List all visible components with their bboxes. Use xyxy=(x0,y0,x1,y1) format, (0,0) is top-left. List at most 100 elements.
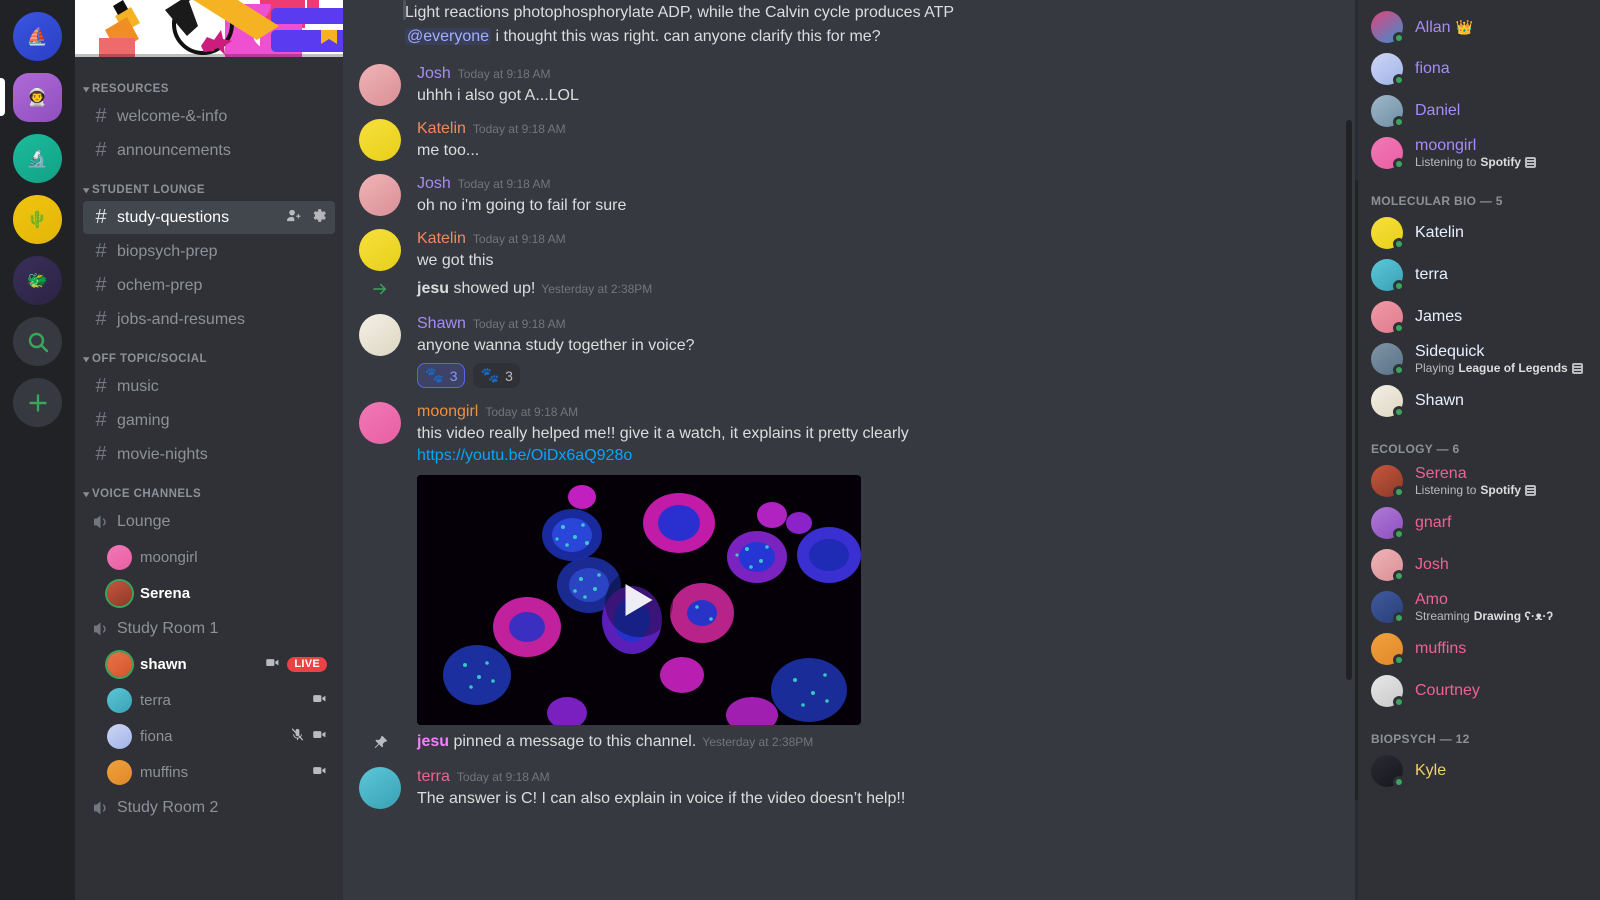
avatar xyxy=(1371,53,1405,86)
chevron-down-icon: ▾ xyxy=(83,488,90,499)
avatar[interactable] xyxy=(359,402,401,444)
avatar[interactable] xyxy=(359,174,401,216)
voice-channel-label: Study Room 2 xyxy=(117,798,219,816)
chat-scrollbar[interactable] xyxy=(1345,0,1353,900)
voice-channel-Study Room 1[interactable]: Study Room 1 xyxy=(83,612,335,645)
voice-category[interactable]: ▾ VOICE CHANNELS xyxy=(75,472,343,504)
status-online-indicator xyxy=(1393,238,1405,250)
avatar[interactable] xyxy=(359,229,401,271)
message-link[interactable]: https://youtu.be/OiDx6aQ928o xyxy=(417,447,632,464)
avatar xyxy=(107,580,132,606)
member-Josh[interactable]: Josh xyxy=(1363,544,1600,586)
member-Katelin[interactable]: Katelin xyxy=(1363,212,1600,254)
message-author[interactable]: Katelin xyxy=(417,229,466,249)
member-muffins[interactable]: muffins xyxy=(1363,628,1600,670)
channel-category[interactable]: ▾ RESOURCES xyxy=(75,67,343,99)
message-author[interactable]: Shawn xyxy=(417,314,466,334)
channel-category[interactable]: ▾ STUDENT LOUNGE xyxy=(75,168,343,200)
channel-welcome-&-info[interactable]: # welcome-&-info xyxy=(83,100,335,133)
member-Courtney[interactable]: Courtney xyxy=(1363,670,1600,712)
search-icon xyxy=(13,317,62,366)
member-name: gnarf xyxy=(1415,514,1452,531)
voice-member-muffins[interactable]: muffins xyxy=(99,754,335,790)
hash-icon: # xyxy=(95,375,107,397)
add-server-button[interactable] xyxy=(0,372,75,433)
voice-channel-Study Room 2[interactable]: Study Room 2 xyxy=(83,791,335,824)
message-text: The answer is C! I can also explain in v… xyxy=(417,790,906,807)
reaction-chip[interactable]: 🐾 3 xyxy=(417,363,466,388)
voice-member-moongirl[interactable]: moongirl xyxy=(99,539,335,575)
member-fiona[interactable]: fiona xyxy=(1363,48,1600,90)
plus-icon xyxy=(13,378,62,427)
member-Sidequick[interactable]: Sidequick Playing League of Legends xyxy=(1363,338,1600,380)
voice-member-Serena[interactable]: Serena xyxy=(99,575,335,611)
member-moongirl[interactable]: moongirl Listening to Spotify xyxy=(1363,132,1600,174)
channel-music[interactable]: # music xyxy=(83,370,335,403)
status-online-indicator xyxy=(1393,322,1405,334)
avatar xyxy=(107,651,132,677)
reaction-chip[interactable]: 🐾 3 xyxy=(473,363,520,388)
voice-member-shawn[interactable]: shawn LIVE xyxy=(99,646,335,682)
avatar xyxy=(1371,465,1405,498)
camera-icon xyxy=(312,763,327,782)
server-icon-astronaut-server[interactable]: 👨‍🚀 xyxy=(0,67,75,128)
member-scrollbar-thumb[interactable] xyxy=(1355,180,1358,800)
server-banner[interactable] xyxy=(75,0,343,57)
system-user: jesu xyxy=(417,733,450,750)
server-icon-science-server[interactable]: 🔬 xyxy=(0,128,75,189)
channel-gaming[interactable]: # gaming xyxy=(83,404,335,437)
server-icon-sailboat-server[interactable]: ⛵ xyxy=(0,6,75,67)
member-activity: Playing League of Legends xyxy=(1415,361,1583,376)
chevron-down-icon: ▾ xyxy=(83,353,90,364)
channel-label: study-questions xyxy=(117,208,230,226)
avatar[interactable] xyxy=(359,119,401,161)
member-Kyle[interactable]: Kyle xyxy=(1363,750,1600,792)
chat-scrollbar-thumb[interactable] xyxy=(1346,120,1352,680)
channel-ochem-prep[interactable]: # ochem-prep xyxy=(83,269,335,302)
avatar xyxy=(1371,95,1405,128)
message-author[interactable]: Katelin xyxy=(417,119,466,139)
voice-channel-Lounge[interactable]: Lounge xyxy=(83,505,335,538)
message-author[interactable]: Josh xyxy=(417,174,451,194)
channel-announcements[interactable]: # announcements xyxy=(83,134,335,167)
avatar[interactable] xyxy=(359,314,401,356)
message-text: anyone wanna study together in voice? xyxy=(417,337,695,354)
add-member-icon[interactable] xyxy=(285,207,302,229)
avatar[interactable] xyxy=(359,767,401,809)
member-Daniel[interactable]: Daniel xyxy=(1363,90,1600,132)
channel-jobs-and-resumes[interactable]: # jobs-and-resumes xyxy=(83,303,335,336)
activity-prefix: Streaming xyxy=(1415,608,1470,623)
message-author[interactable]: Josh xyxy=(417,64,451,84)
message-author[interactable]: moongirl xyxy=(417,402,478,422)
voice-member-terra[interactable]: terra xyxy=(99,682,335,718)
channel-list: ▾ RESOURCES # welcome-&-info # announcem… xyxy=(75,57,343,900)
channel-biopsych-prep[interactable]: # biopsych-prep xyxy=(83,235,335,268)
server-icon-cactus-server[interactable]: 🌵 xyxy=(0,189,75,250)
video-embed[interactable] xyxy=(417,475,861,725)
explore-servers-button[interactable] xyxy=(0,311,75,372)
voice-member-fiona[interactable]: fiona xyxy=(99,718,335,754)
channel-category[interactable]: ▾ OFF TOPIC/SOCIAL xyxy=(75,337,343,369)
play-icon[interactable] xyxy=(625,584,653,616)
everyone-mention[interactable]: @everyone xyxy=(405,28,492,45)
message-author[interactable]: terra xyxy=(417,767,450,787)
activity-icon xyxy=(1525,156,1537,168)
gear-icon[interactable] xyxy=(310,207,327,229)
member-James[interactable]: James xyxy=(1363,296,1600,338)
hash-icon: # xyxy=(95,105,107,127)
hash-icon: # xyxy=(95,409,107,431)
avatar xyxy=(1371,755,1405,788)
mic-muted-icon xyxy=(290,727,305,746)
channel-study-questions[interactable]: # study-questions xyxy=(83,201,335,234)
member-scrollbar[interactable] xyxy=(1355,0,1358,900)
member-gnarf[interactable]: gnarf xyxy=(1363,502,1600,544)
member-Allan[interactable]: Allan 👑 xyxy=(1363,6,1600,48)
timestamp: Today at 9:18 AM xyxy=(472,232,566,246)
member-Shawn[interactable]: Shawn xyxy=(1363,380,1600,422)
member-Serena[interactable]: Serena Listening to Spotify xyxy=(1363,460,1600,502)
channel-movie-nights[interactable]: # movie-nights xyxy=(83,438,335,471)
server-icon-monster-server[interactable]: 🐲 xyxy=(0,250,75,311)
member-Amo[interactable]: Amo Streaming Drawing ʕ·ᴥ·ʔ xyxy=(1363,586,1600,628)
avatar[interactable] xyxy=(359,64,401,106)
member-terra[interactable]: terra xyxy=(1363,254,1600,296)
